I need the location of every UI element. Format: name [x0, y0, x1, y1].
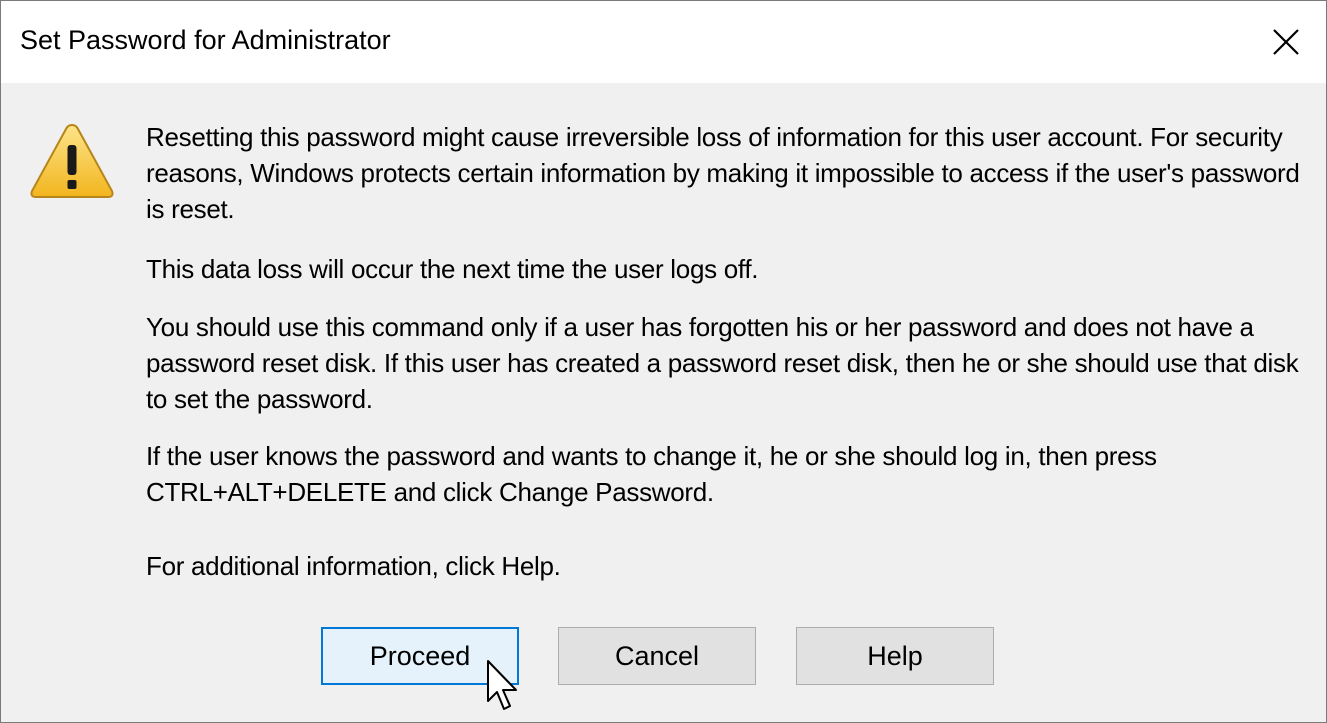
message-paragraph-3: You should use this command only if a us…: [146, 312, 1299, 414]
message-paragraph-5: For additional information, click Help.: [146, 551, 561, 581]
cancel-button[interactable]: Cancel: [558, 627, 756, 685]
help-button[interactable]: Help: [796, 627, 994, 685]
proceed-button[interactable]: Proceed: [321, 627, 519, 685]
title-bar: Set Password for Administrator: [1, 1, 1326, 83]
message-paragraph-1: Resetting this password might cause irre…: [146, 122, 1300, 224]
warning-icon: [30, 123, 114, 198]
dialog-body: Resetting this password might cause irre…: [1, 83, 1326, 722]
message-paragraph-4: If the user knows the password and wants…: [146, 441, 1157, 507]
set-password-dialog: Set Password for Administrator Resetting…: [0, 0, 1327, 723]
close-button[interactable]: [1246, 1, 1326, 83]
close-icon: [1273, 29, 1299, 55]
dialog-title: Set Password for Administrator: [20, 25, 391, 55]
message-paragraph-2: This data loss will occur the next time …: [146, 254, 759, 284]
